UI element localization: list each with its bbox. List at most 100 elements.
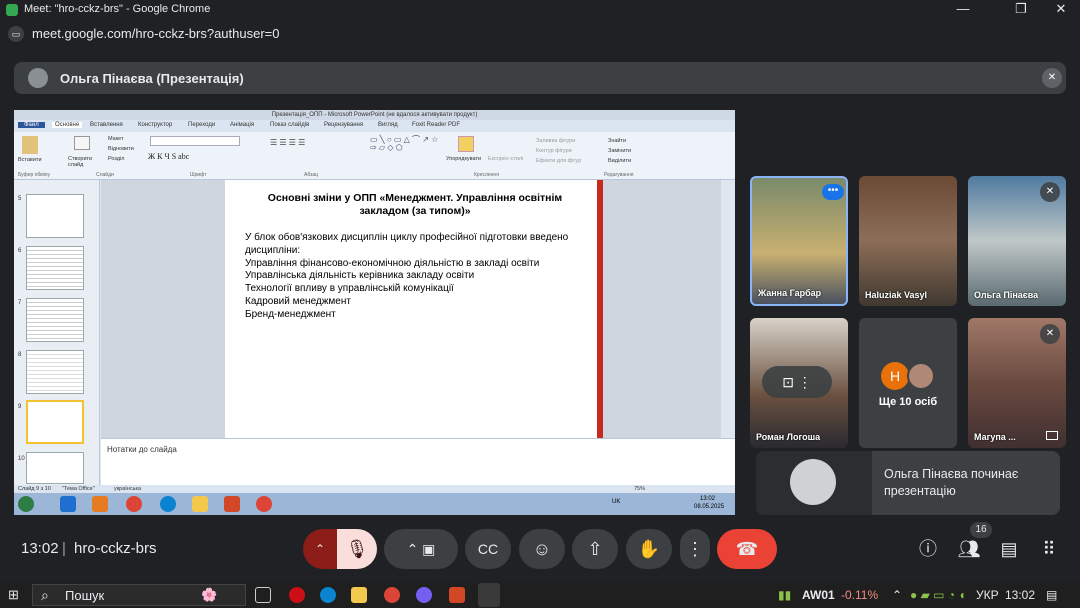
zoom-level[interactable]: 75% bbox=[634, 486, 645, 492]
viber-icon[interactable] bbox=[416, 587, 432, 603]
participants-count-badge: 16 bbox=[970, 522, 992, 538]
shapes-gallery[interactable]: ▭ ╲ ○ ▭ △ ⌒ ↗ ☆ ⇨ ▱ ◇ ⬠ bbox=[370, 136, 440, 160]
font-format-icons[interactable]: Ж К Ч S abc bbox=[148, 152, 189, 161]
slide-line: Технології впливу в управлінській комуні… bbox=[245, 283, 454, 295]
explorer-icon[interactable] bbox=[351, 587, 367, 603]
chat-icon[interactable]: ▤ bbox=[996, 536, 1022, 562]
stock-ticker[interactable]: AW01 bbox=[802, 588, 835, 602]
slide-line: Бренд-менеджмент bbox=[245, 308, 336, 320]
chrome-icon[interactable] bbox=[384, 587, 400, 603]
keyboard-language[interactable]: УКР bbox=[976, 588, 999, 602]
edge-icon[interactable] bbox=[160, 496, 176, 512]
audio-options-button[interactable]: ⌃ bbox=[303, 529, 337, 569]
clock[interactable]: 13:02 bbox=[1005, 588, 1035, 602]
slide-thumbnail-selected[interactable] bbox=[26, 400, 84, 444]
more-participants-tile[interactable]: Н Ще 10 осіб bbox=[859, 318, 957, 448]
raise-hand-button[interactable]: ✋ bbox=[626, 529, 672, 569]
ppt-status-bar: Слайд 9 з 10 "Тема Office" українська 75… bbox=[14, 485, 735, 493]
tab-foxit[interactable]: Foxit Reader PDF bbox=[412, 122, 460, 128]
mic-toggle-button[interactable]: 🎙︎ bbox=[337, 529, 377, 569]
select-label[interactable]: Виділити bbox=[608, 158, 631, 164]
slide-thumbnail[interactable] bbox=[26, 452, 84, 484]
tab-transitions[interactable]: Переходи bbox=[188, 122, 215, 128]
slide-thumbnail[interactable] bbox=[26, 350, 84, 394]
folder-icon[interactable] bbox=[192, 496, 208, 512]
slide-thumbnail[interactable] bbox=[26, 194, 84, 238]
slide-thumbnail[interactable] bbox=[26, 246, 84, 290]
participant-tile[interactable]: ✕ Ольга Пінаєва bbox=[968, 176, 1066, 306]
shared-screen: Презентація_ОПП - Microsoft PowerPoint (… bbox=[14, 110, 735, 515]
media-icon[interactable] bbox=[92, 496, 108, 512]
tray-app-icons[interactable]: ● ▰ ▭ ◔ ◖ bbox=[910, 588, 966, 602]
tab-insert[interactable]: Вставлення bbox=[90, 122, 123, 128]
paragraph-icons[interactable]: ☰ ☰ ☰ ☰ bbox=[270, 138, 305, 147]
tray-chevron-icon[interactable]: ⌃ bbox=[892, 588, 902, 602]
tab-view[interactable]: Вигляд bbox=[378, 122, 398, 128]
find-label[interactable]: Знайти bbox=[608, 138, 626, 144]
new-slide-icon[interactable] bbox=[74, 136, 90, 150]
tab-slideshow[interactable]: Показ слайдів bbox=[270, 122, 309, 128]
powerpoint-icon[interactable] bbox=[449, 587, 465, 603]
info-icon[interactable]: ⓘ bbox=[915, 536, 941, 562]
shape-fill-label[interactable]: Заливка фігури bbox=[536, 138, 575, 144]
site-info-icon[interactable]: ▭ bbox=[8, 26, 24, 42]
paste-icon[interactable] bbox=[22, 136, 38, 154]
activities-icon[interactable]: ⠿ bbox=[1036, 536, 1062, 562]
address-bar[interactable]: ▭ meet.google.com/hro-cckz-brs?authuser=… bbox=[0, 20, 1080, 48]
present-button[interactable]: ⇧ bbox=[572, 529, 618, 569]
tab-review[interactable]: Рецензування bbox=[324, 122, 363, 128]
meeting-code: hro-cckz-brs bbox=[74, 540, 157, 557]
restore-icon[interactable]: ❐ bbox=[1006, 1, 1036, 17]
thumb-number: 6 bbox=[18, 248, 22, 254]
tab-home[interactable]: Основне bbox=[52, 122, 83, 128]
replace-label[interactable]: Замінити bbox=[608, 148, 631, 154]
chrome-active-icon[interactable] bbox=[478, 583, 500, 607]
paste-label[interactable]: Вставити bbox=[18, 157, 42, 163]
section-label[interactable]: Розділ bbox=[108, 156, 124, 162]
shape-effects-label[interactable]: Ефекти для фігур bbox=[536, 158, 581, 164]
participant-tile[interactable]: ••• Жанна Гарбар bbox=[750, 176, 848, 306]
tab-file[interactable]: Файл bbox=[18, 122, 45, 128]
chrome-icon[interactable] bbox=[256, 496, 272, 512]
reset-label[interactable]: Відновити bbox=[108, 146, 134, 152]
participant-tile[interactable]: ✕ Магупа ... bbox=[968, 318, 1066, 448]
captions-button[interactable]: CC bbox=[465, 529, 511, 569]
font-family-select[interactable] bbox=[150, 136, 240, 146]
close-icon[interactable]: ✕ bbox=[1046, 1, 1076, 17]
presentation-notification: Ольга Пінаєва починає презентацію bbox=[756, 451, 1060, 515]
minimize-icon[interactable]: — bbox=[948, 1, 978, 16]
notes-pane[interactable]: Нотатки до слайда bbox=[101, 438, 735, 485]
participant-tile[interactable]: ⊡ ⋮ Роман Логоша bbox=[750, 318, 848, 448]
task-view-icon[interactable] bbox=[255, 587, 271, 603]
start-icon[interactable] bbox=[18, 496, 34, 512]
notifications-icon[interactable]: ▤ bbox=[1046, 588, 1057, 602]
ppt-title-bar: Презентація_ОПП - Microsoft PowerPoint (… bbox=[14, 110, 735, 120]
tab-animation[interactable]: Анімація bbox=[230, 122, 254, 128]
powerpoint-icon[interactable] bbox=[224, 496, 240, 512]
arrange-label[interactable]: Упорядкувати bbox=[446, 156, 481, 162]
current-slide[interactable]: Основні зміни у ОПП «Менеджмент. Управлі… bbox=[225, 180, 603, 438]
notification-text: Ольга Пінаєва починає презентацію bbox=[884, 467, 1019, 498]
edge-icon[interactable] bbox=[320, 587, 336, 603]
pin-more-controls[interactable]: ⊡ ⋮ bbox=[762, 366, 832, 398]
camera-toggle-button[interactable]: ⌃ ▣ bbox=[384, 529, 458, 569]
emoji-button[interactable]: ☺ bbox=[519, 529, 565, 569]
ie-icon[interactable] bbox=[60, 496, 76, 512]
chrome-icon[interactable] bbox=[126, 496, 142, 512]
participant-tile[interactable]: Haluziak Vasyl bbox=[859, 176, 957, 306]
slide-thumbnail[interactable] bbox=[26, 298, 84, 342]
more-options-button[interactable]: ⋮ bbox=[680, 529, 710, 569]
quick-styles-label[interactable]: Експрес-стилі bbox=[488, 156, 523, 162]
layout-label[interactable]: Макет bbox=[108, 136, 124, 142]
separator: | bbox=[62, 540, 66, 557]
new-slide-label[interactable]: Створити слайд bbox=[68, 156, 98, 168]
taskbar-search-input[interactable]: ⌕ Пошук 🌸 bbox=[32, 584, 246, 606]
shape-outline-label[interactable]: Контур фігури bbox=[536, 148, 572, 154]
people-icon[interactable]: 👥︎ bbox=[956, 536, 982, 562]
tab-design[interactable]: Конструктор bbox=[138, 122, 172, 128]
arrange-icon[interactable] bbox=[458, 136, 474, 152]
leave-call-button[interactable]: ☎ bbox=[717, 529, 777, 569]
windows-start-icon[interactable]: ⊞ bbox=[8, 588, 22, 602]
url-text[interactable]: meet.google.com/hro-cckz-brs?authuser=0 bbox=[32, 26, 279, 41]
opera-icon[interactable] bbox=[289, 587, 305, 603]
